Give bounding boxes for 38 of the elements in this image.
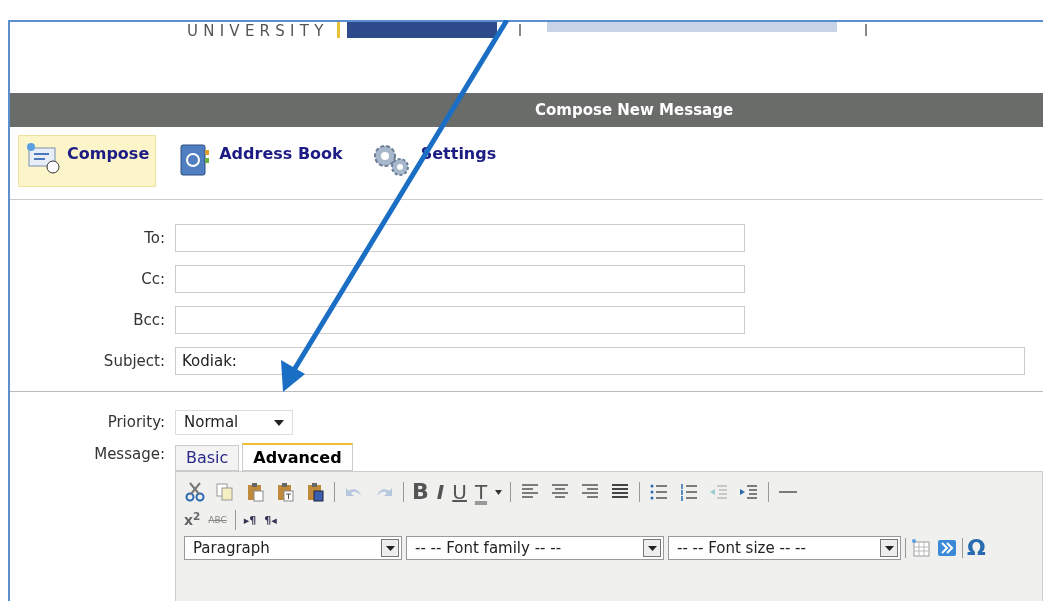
- format-dropdown[interactable]: -- -- Font size -- --: [668, 536, 901, 560]
- field-label: Message:: [93, 444, 165, 465]
- caret-icon: [884, 545, 894, 551]
- media-icon[interactable]: [936, 538, 958, 558]
- logo-text: UNIVERSITY: [187, 22, 329, 40]
- caret-icon[interactable]: [495, 489, 503, 495]
- field-label: Priority:: [106, 412, 165, 434]
- caret-icon: [274, 419, 284, 426]
- compose-icon: [25, 142, 61, 174]
- editor-tab[interactable]: Advanced: [242, 443, 353, 471]
- format-button[interactable]: B: [412, 481, 429, 503]
- caret-icon: [647, 545, 657, 551]
- nav-tab[interactable]: Address Book: [170, 135, 350, 187]
- table-icon[interactable]: [910, 538, 932, 558]
- input-field[interactable]: [175, 224, 745, 252]
- field-label: To:: [143, 227, 165, 249]
- copy-icon[interactable]: [214, 482, 236, 502]
- format-button[interactable]: T: [474, 482, 488, 502]
- editor-tab[interactable]: Basic: [175, 445, 240, 471]
- field-label: Subject:: [102, 350, 165, 372]
- field-label: Cc:: [140, 268, 165, 290]
- priority-dropdown[interactable]: Normal: [175, 410, 293, 435]
- input-field[interactable]: Kodiak:: [175, 347, 1025, 375]
- field-label: Bcc:: [132, 309, 165, 331]
- input-field[interactable]: [175, 306, 745, 334]
- format-dropdown[interactable]: Paragraph: [184, 536, 402, 560]
- format-button[interactable]: U: [452, 482, 467, 502]
- nav-tab[interactable]: Compose: [18, 135, 157, 187]
- format-button[interactable]: Ω: [967, 537, 986, 559]
- format-button[interactable]: I: [436, 482, 445, 502]
- format-button[interactable]: ▸¶: [243, 514, 257, 526]
- input-field[interactable]: [175, 265, 745, 293]
- format-dropdown[interactable]: -- -- Font family -- --: [406, 536, 664, 560]
- format-button[interactable]: x$^{2}$: [184, 513, 201, 527]
- caret-icon: [385, 545, 395, 551]
- cut-icon[interactable]: [184, 482, 206, 502]
- title-text: Compose New Message: [535, 99, 734, 121]
- format-button[interactable]: ¶◂: [264, 514, 277, 526]
